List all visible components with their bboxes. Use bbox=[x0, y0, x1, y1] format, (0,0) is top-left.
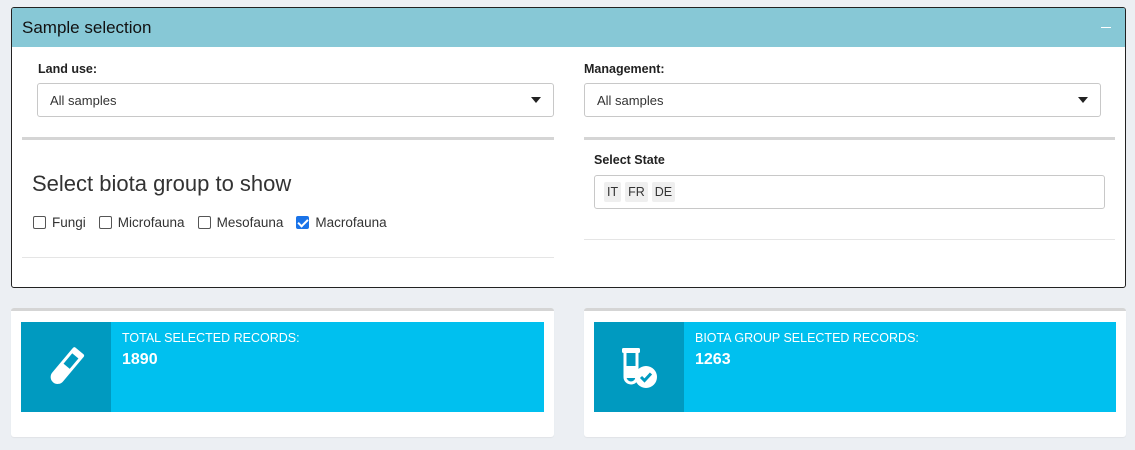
biota-records-value: 1263 bbox=[695, 351, 731, 368]
microfauna-checkbox[interactable] bbox=[98, 216, 112, 229]
biota-records-infobox: BIOTA GROUP SELECTED RECORDS: 1263 bbox=[594, 322, 1116, 412]
fungi-checkbox[interactable] bbox=[33, 216, 46, 229]
management-select[interactable]: All samples bbox=[584, 83, 1101, 117]
state-chip-de[interactable]: DE bbox=[651, 182, 676, 202]
land-use-select[interactable]: All samples bbox=[37, 83, 554, 117]
caret-down-icon bbox=[531, 97, 541, 103]
minus-icon[interactable] bbox=[1097, 19, 1115, 37]
total-records-infobox: TOTAL SELECTED RECORDS: 1890 bbox=[21, 322, 544, 412]
land-use-value: All samples bbox=[50, 92, 117, 108]
mesofauna-checkbox[interactable] bbox=[197, 216, 211, 229]
sample-selection-panel: Sample selection Land use: All samples M… bbox=[11, 7, 1126, 288]
state-chip-it[interactable]: IT bbox=[604, 182, 622, 202]
land-use-label: Land use: bbox=[38, 62, 98, 76]
mesofauna-label: Mesofauna bbox=[216, 215, 284, 230]
fungi-label: Fungi bbox=[52, 215, 86, 230]
management-label: Management: bbox=[584, 62, 665, 76]
total-records-card: TOTAL SELECTED RECORDS: 1890 bbox=[11, 308, 554, 437]
microfauna-label: Microfauna bbox=[117, 215, 185, 230]
management-value: All samples bbox=[597, 92, 664, 108]
macrofauna-label: Macrofauna bbox=[315, 215, 387, 230]
state-label: Select State bbox=[594, 153, 665, 167]
panel-title: Sample selection bbox=[22, 17, 152, 37]
test-tube-icon bbox=[21, 322, 111, 412]
caret-down-icon bbox=[1078, 97, 1088, 103]
vial-check-icon bbox=[594, 322, 684, 412]
biota-checkbox-group: Fungi Microfauna Mesofauna Macrofauna bbox=[33, 215, 400, 230]
state-multiselect[interactable]: IT FR DE bbox=[594, 175, 1105, 209]
biota-records-card: BIOTA GROUP SELECTED RECORDS: 1263 bbox=[584, 308, 1126, 437]
biota-records-text: BIOTA GROUP SELECTED RECORDS: bbox=[695, 331, 919, 345]
macrofauna-checkbox[interactable] bbox=[296, 216, 310, 229]
total-records-value: 1890 bbox=[122, 351, 158, 368]
biota-box bbox=[22, 137, 554, 258]
state-chip-fr[interactable]: FR bbox=[625, 182, 648, 202]
total-records-text: TOTAL SELECTED RECORDS: bbox=[122, 331, 300, 345]
panel-header: Sample selection bbox=[12, 8, 1125, 47]
biota-title: Select biota group to show bbox=[32, 171, 292, 196]
